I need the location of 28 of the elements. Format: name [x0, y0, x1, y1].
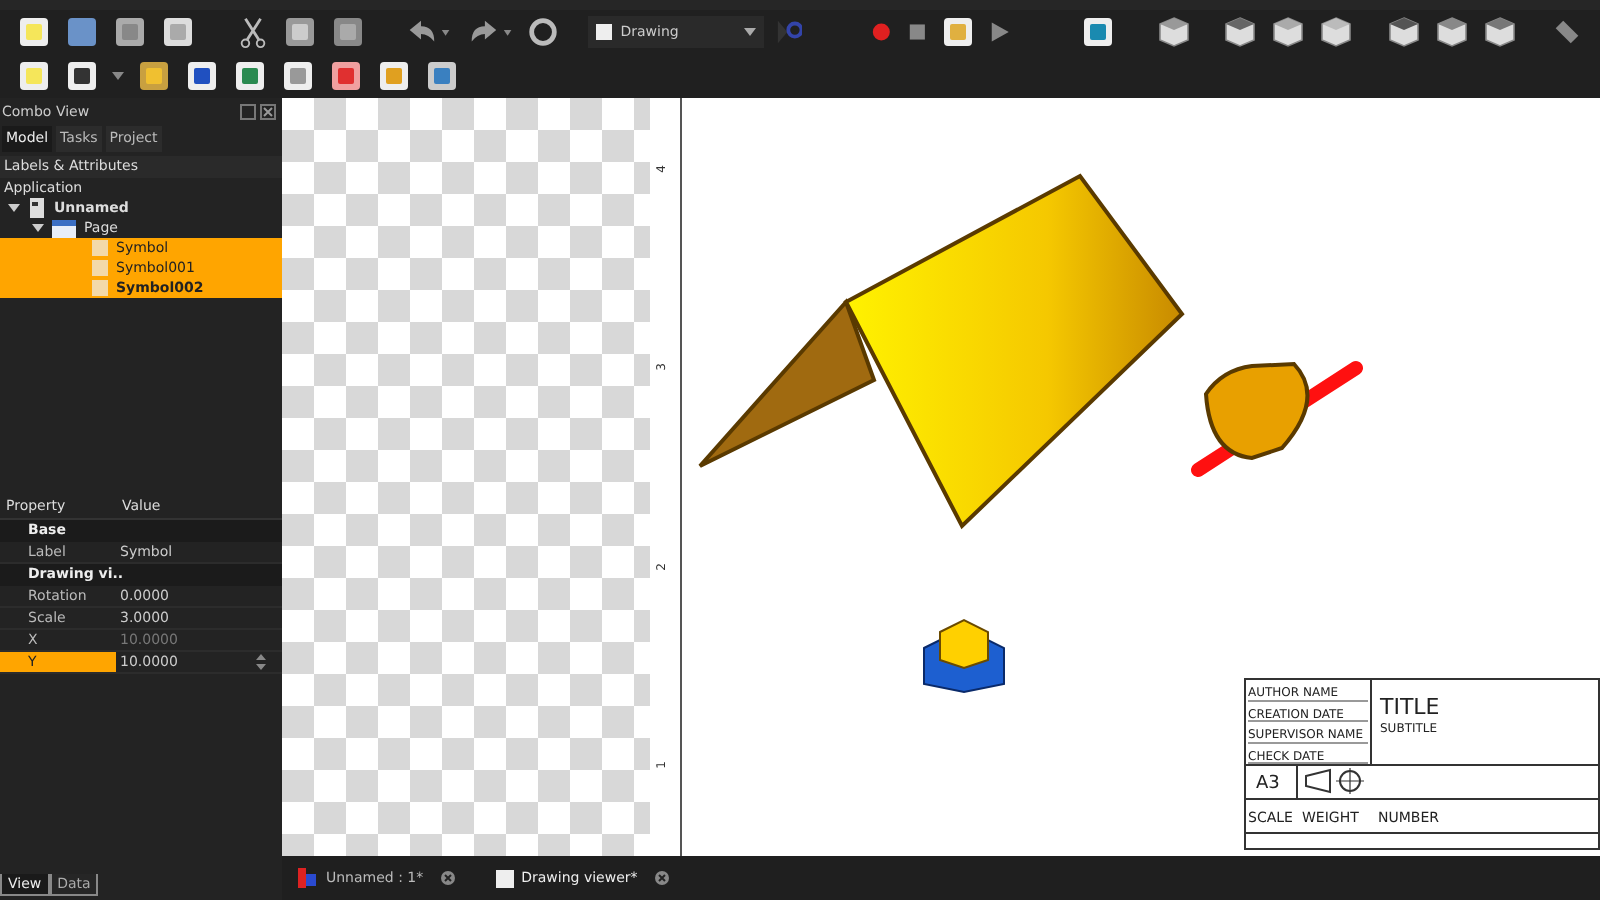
- view-cube-icon[interactable]: [1270, 14, 1307, 50]
- sheet-title: TITLE: [1380, 696, 1440, 720]
- expand-arrow-icon[interactable]: [8, 202, 20, 214]
- expand-arrow-icon[interactable]: [32, 222, 44, 234]
- parts-logo-drawing: [923, 618, 1005, 693]
- view-cube-icon[interactable]: [1482, 14, 1519, 50]
- close-icon[interactable]: [260, 104, 276, 120]
- app-logo-icon: [298, 868, 318, 888]
- cut-icon[interactable]: [235, 14, 270, 50]
- view-cube-icon[interactable]: [1222, 14, 1259, 50]
- caret-icon: [743, 28, 756, 36]
- caret-icon[interactable]: [112, 72, 124, 80]
- float-panel-icon[interactable]: [240, 104, 256, 120]
- play-icon[interactable]: [988, 20, 1011, 44]
- stop-icon[interactable]: [905, 20, 929, 44]
- record-icon[interactable]: [870, 20, 894, 44]
- view-cube-icon[interactable]: [1318, 14, 1355, 50]
- close-tab-icon[interactable]: [439, 870, 456, 886]
- spin-arrows-icon[interactable]: [256, 654, 266, 670]
- view-cube-icon[interactable]: [1434, 14, 1471, 50]
- view-cube-icon[interactable]: [1386, 14, 1423, 50]
- close-tab-icon[interactable]: [653, 870, 670, 886]
- view-cube-icon[interactable]: [1155, 14, 1192, 50]
- workbench-icon: [596, 24, 613, 40]
- document-icon: [28, 198, 46, 218]
- sheet-format: A3: [1246, 766, 1298, 798]
- sheet-icon: [495, 869, 514, 887]
- page-icon: [52, 219, 76, 237]
